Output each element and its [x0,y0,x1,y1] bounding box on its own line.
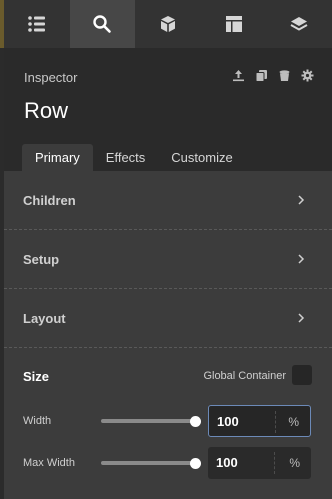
tab-inspector[interactable] [69,0,136,48]
cube-icon [160,16,175,32]
chevron-right-icon [298,313,305,323]
max-width-value: 100 [216,455,238,470]
section-setup[interactable]: Setup [4,230,332,289]
tab-elements[interactable] [4,0,70,48]
section-children[interactable]: Children [4,171,332,230]
tab-layout[interactable] [201,0,267,48]
max-width-slider-thumb[interactable] [190,458,201,469]
tab-primary[interactable]: Primary [22,144,93,171]
section-layout[interactable]: Layout [4,289,332,348]
delete-icon[interactable] [278,69,291,82]
inspector-panel: Children Setup Layout Size Global Contai… [4,171,332,499]
tab-layers[interactable] [266,0,332,48]
width-label: Width [23,415,52,427]
inspector-tabs: Primary Effects Customize [22,144,246,171]
width-input[interactable]: 100 % [208,405,311,437]
width-slider-track[interactable] [101,419,195,423]
inspector-header: Inspector Row Primary Effects Customize [4,48,332,171]
chevron-right-icon [298,195,305,205]
header-actions [232,69,314,82]
section-label: Setup [23,252,60,267]
element-name: Row [24,98,69,123]
width-value: 100 [217,414,239,429]
max-width-input[interactable]: 100 % [208,447,311,479]
tab-content[interactable] [135,0,201,48]
tab-effects[interactable]: Effects [93,144,159,171]
max-width-label: Max Width [23,457,75,469]
layers-icon [290,17,308,31]
section-label: Layout [23,311,66,326]
search-icon [93,15,112,33]
divider [274,452,275,474]
width-unit-select[interactable]: % [288,415,299,429]
tab-customize[interactable]: Customize [158,144,245,171]
duplicate-icon[interactable] [255,69,268,82]
max-width-unit-select[interactable]: % [289,456,300,470]
move-up-icon[interactable] [232,69,245,82]
section-label: Children [23,193,76,208]
list-icon [27,16,45,32]
max-width-slider-track[interactable] [101,461,195,465]
width-slider-thumb[interactable] [190,416,201,427]
size-section-title: Size [23,369,50,384]
global-container-label: Global Container [203,370,286,382]
inspector-app: Inspector Row Primary Effects Customize … [0,0,332,499]
chevron-right-icon [298,254,305,264]
global-container-checkbox[interactable] [292,365,312,385]
settings-icon[interactable] [301,69,314,82]
layout-icon [225,16,242,32]
inspector-title: Inspector [24,70,78,85]
top-tab-bar [4,0,332,48]
divider [275,411,276,433]
